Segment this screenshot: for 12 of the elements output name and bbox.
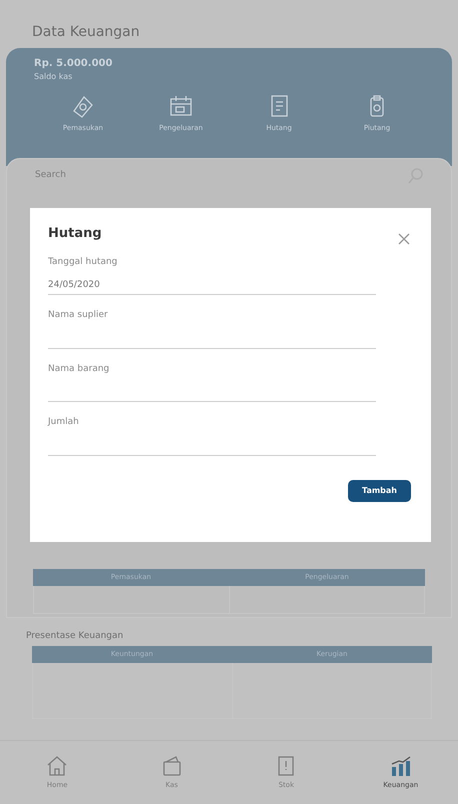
field-label: Nama suplier [48, 309, 109, 322]
page-title: Data Keuangan [31, 23, 141, 42]
balance-label: Saldo kas [34, 71, 74, 83]
input-field[interactable]: 24/05/2020 [48, 275, 376, 296]
field-label: Nama barang [48, 362, 110, 376]
add-button[interactable]: Tambah [348, 480, 411, 502]
search-field[interactable]: Search [33, 168, 233, 184]
field-label: Tanggal hutang [48, 256, 118, 269]
section-title: Presentase Keuangan [25, 630, 124, 643]
dialog-title: Hutang [48, 226, 102, 242]
field-label: Jumlah [48, 416, 80, 430]
balance-amount: Rp. 5.000.000 [34, 57, 114, 71]
